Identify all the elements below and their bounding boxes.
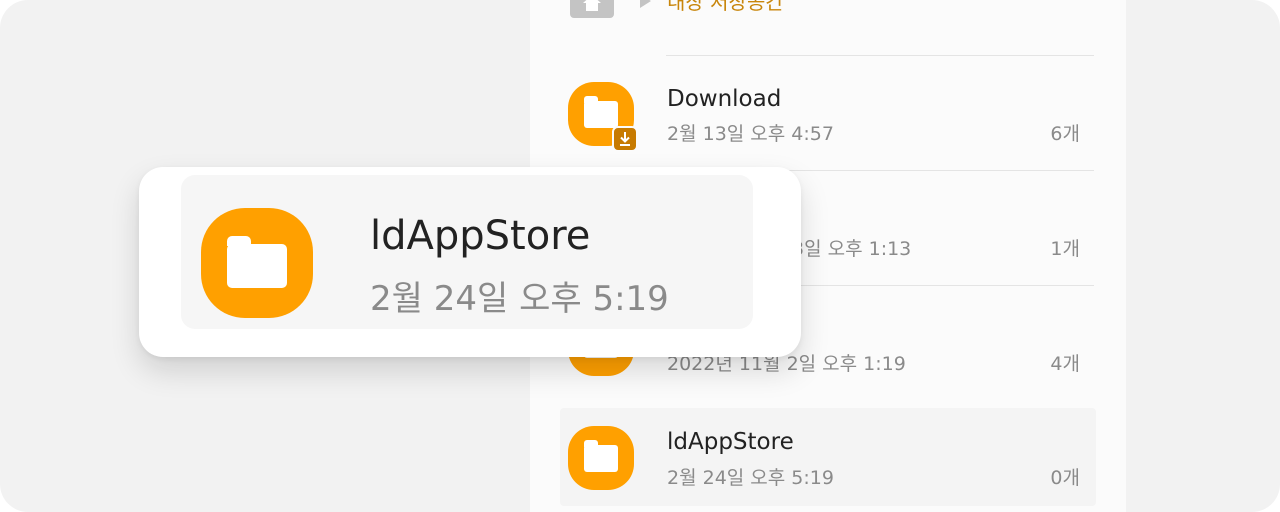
folder-name: Download [667,86,782,112]
item-count: 6개 [1050,123,1080,145]
list-item-download[interactable]: Download 2월 13일 오후 4:57 6개 [530,56,1126,168]
breadcrumb-item-internal-storage[interactable]: 내장 저장공간 [667,0,784,15]
home-icon [583,0,601,11]
zoomed-folder-card: ldAppStore 2월 24일 오후 5:19 [139,167,801,357]
list-item-ldappstore[interactable]: ldAppStore 2월 24일 오후 5:19 0개 [560,408,1096,506]
folder-icon [568,426,634,490]
card-folder-name: ldAppStore [370,213,591,259]
card-folder-date: 2월 24일 오후 5:19 [370,279,669,319]
breadcrumb-separator-icon [640,0,651,8]
item-count: 4개 [1050,353,1080,375]
app-frame: 내장 저장공간 Download 2월 13일 오후 4:57 6개 3일 오후… [0,0,1280,512]
item-count: 0개 [1050,467,1080,489]
folder-name: ldAppStore [667,429,794,455]
home-button[interactable] [570,0,614,18]
folder-date: 2월 13일 오후 4:57 [667,123,834,145]
breadcrumb: 내장 저장공간 [530,0,1126,56]
folder-date: 2월 24일 오후 5:19 [667,467,834,489]
folder-date: 3일 오후 1:13 [792,238,912,260]
download-icon [612,126,638,152]
item-count: 1개 [1050,238,1080,260]
folder-icon [201,208,313,318]
